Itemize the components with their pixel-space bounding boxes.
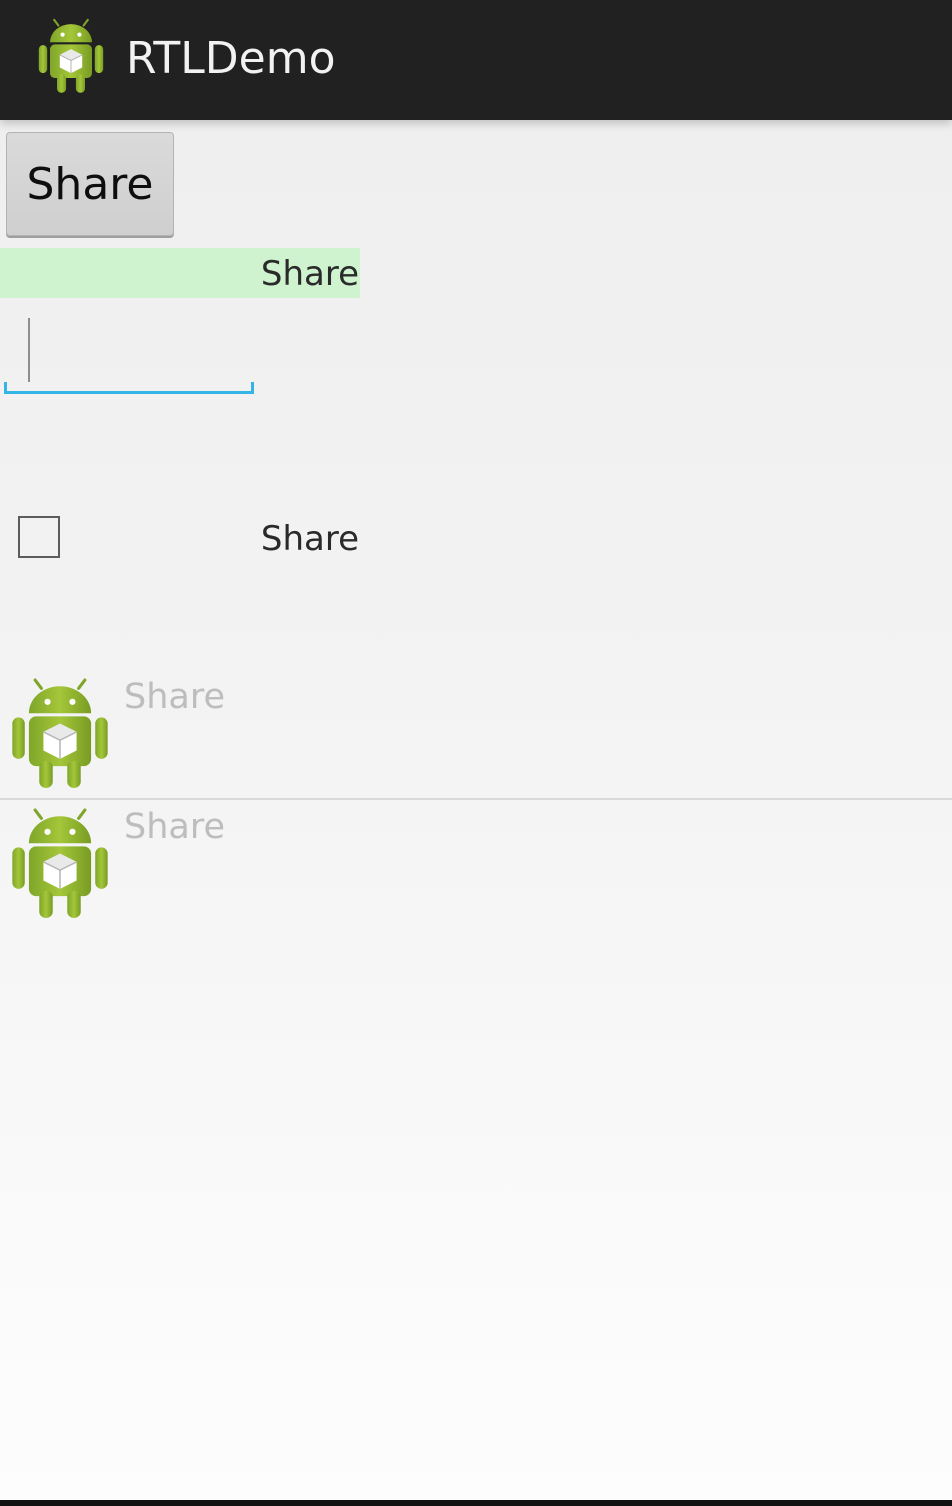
android-robot-icon [8, 808, 112, 922]
share-button[interactable]: Share [6, 132, 174, 236]
text-input[interactable] [4, 310, 254, 394]
list-item[interactable]: Share [0, 800, 952, 928]
share-checkbox-row[interactable]: Share [0, 500, 360, 580]
android-robot-icon[interactable] [36, 18, 106, 96]
checkbox-label: Share [260, 519, 359, 559]
action-bar: RTLDemo [0, 0, 952, 120]
input-underline-right-tick [251, 382, 254, 394]
android-robot-icon [8, 678, 112, 792]
text-cursor [28, 318, 30, 382]
screen-bottom-edge [0, 1500, 952, 1506]
list-item-label: Share [124, 677, 226, 717]
list-item-label: Share [124, 807, 226, 847]
input-underline [4, 391, 254, 394]
list-item[interactable]: Share [0, 670, 952, 800]
input-underline-left-tick [4, 382, 7, 394]
share-text-label: Share [0, 248, 360, 298]
app-title: RTLDemo [126, 33, 336, 84]
checkbox[interactable] [18, 516, 60, 558]
